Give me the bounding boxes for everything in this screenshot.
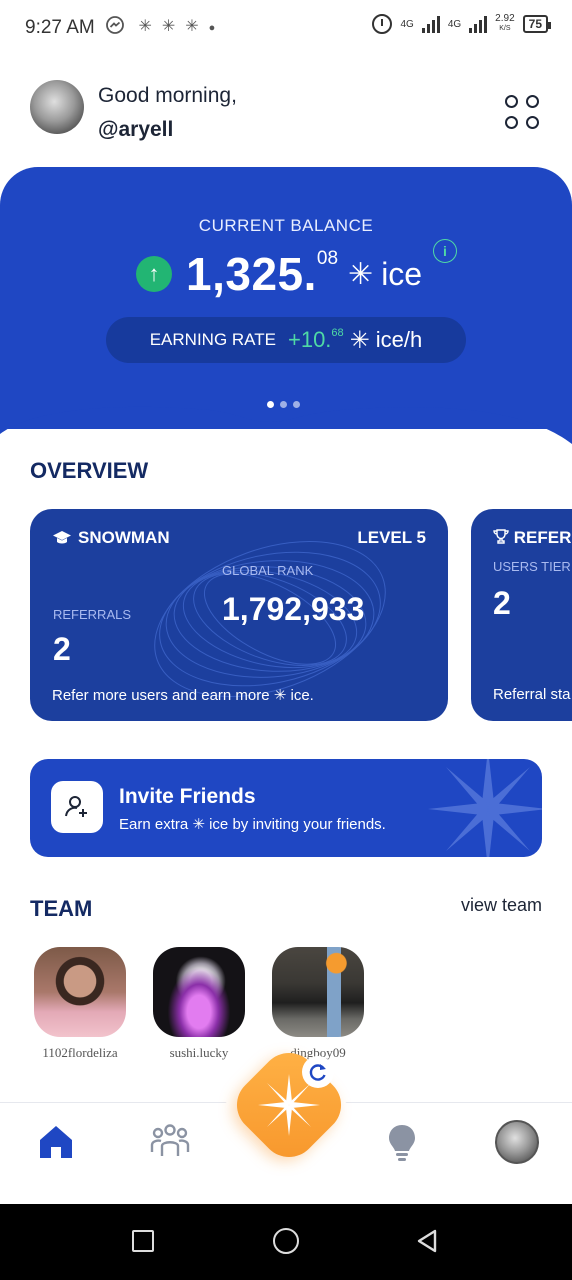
balance-amount: ↑ 1,325. 08 ✳ ice [136,246,422,302]
graduation-cap-icon [53,531,71,544]
recents-icon[interactable] [132,1230,154,1252]
menu-grid-icon[interactable] [505,95,541,131]
member-name: 1102flordeliza [42,1045,118,1060]
earning-rate-label: EARNING RATE [149,330,276,349]
pager-dot[interactable] [280,401,287,408]
invite-subtitle: Earn extra ✳ ice by inviting your friend… [119,816,386,833]
member-avatar [153,947,245,1037]
refresh-icon[interactable] [302,1056,334,1088]
status-bar: 9:27 AM ✳✳✳● 4G 4G 2.92 K/S 75 [0,0,572,58]
battery-icon: 75 [522,15,552,33]
ice-icon: ✳ [349,326,370,354]
level-badge: LEVEL 5 [357,528,426,547]
snowman-card[interactable]: SNOWMAN LEVEL 5 REFERRALS 2 GLOBAL RANK … [30,509,448,721]
star-decoration [428,759,542,857]
alarm-icon [372,14,393,34]
dot-icon: ● [208,22,226,34]
team-member[interactable]: dingboy09 [272,947,364,1061]
snowflake-icon: ✳ [138,18,162,35]
status-right: 4G 4G 2.92 K/S 75 [372,13,552,34]
users-tier-value: 2 [493,585,511,621]
greeting-text: Good morning, [98,84,237,107]
info-icon[interactable]: i [433,239,457,263]
balance-card-wave [0,404,572,444]
balance-unit: ice [381,255,423,292]
earning-rate-decimal: 68 [331,327,344,339]
balance-label: CURRENT BALANCE [198,216,374,235]
team-icon[interactable] [148,1120,192,1164]
back-icon[interactable] [414,1228,440,1254]
status-time: 9:27 AM [25,17,95,38]
member-name: sushi.lucky [169,1045,229,1060]
member-avatar [34,947,126,1037]
signal-icon [421,15,440,33]
invite-title: Invite Friends [119,785,256,808]
earning-rate-pill: EARNING RATE +10. 68 ✳ ice/h [106,317,466,363]
network-label-2: 4G [447,18,462,30]
users-tier-label: USERS TIER [493,559,571,574]
team-member[interactable]: sushi.lucky [153,947,245,1061]
referrals-value: 2 [53,631,71,667]
view-team-link[interactable]: view team [461,895,542,916]
snowflake-icon: ✳ [161,18,186,35]
pager-dot[interactable] [267,401,274,408]
balance-decimal: 08 [316,248,339,269]
network-speed: 2.92 K/S [495,13,515,33]
network-label-1: 4G [400,18,414,30]
profile-avatar[interactable] [30,80,84,134]
messenger-icon [106,16,124,34]
home-icon[interactable] [34,1120,78,1164]
snowman-title: SNOWMAN [52,528,170,548]
earning-rate-unit: ice/h [375,327,423,352]
global-rank-label: GLOBAL RANK [222,563,314,578]
lightbulb-icon[interactable] [380,1120,424,1164]
pager-dot[interactable] [293,401,300,408]
snowman-footer: Refer more users and earn more ✳ ice. [52,687,314,704]
member-avatar [272,947,364,1037]
team-member[interactable]: 1102flordeliza [34,947,126,1061]
referrals-card[interactable]: REFER USERS TIER 2 Referral sta [471,509,572,721]
referrals-label: REFERRALS [53,607,132,622]
add-friend-icon [51,781,103,833]
home-button-icon[interactable] [273,1228,299,1254]
referrals-card-footer: Referral sta [493,686,571,703]
overview-title: OVERVIEW [30,458,149,483]
balance-integer: 1,325. [186,248,317,300]
invite-friends-banner[interactable]: Invite Friends Earn extra ✳ ice by invit… [30,759,542,857]
global-rank-value: 1,792,933 [222,591,365,627]
snowflake-icon: ✳ [185,18,209,35]
referrals-card-title: REFER [493,528,571,548]
status-notification-icons: ✳✳✳● [106,16,225,36]
team-title: TEAM [30,896,93,921]
username-text: @aryell [98,118,174,141]
earning-rate-integer: +10. [287,327,332,352]
up-arrow-icon: ↑ [136,256,172,292]
carousel-pager[interactable] [267,401,300,408]
profile-tab-avatar[interactable] [495,1120,539,1164]
signal-icon [469,15,488,33]
trophy-icon [493,529,509,544]
ice-icon: ✳ [348,257,374,291]
